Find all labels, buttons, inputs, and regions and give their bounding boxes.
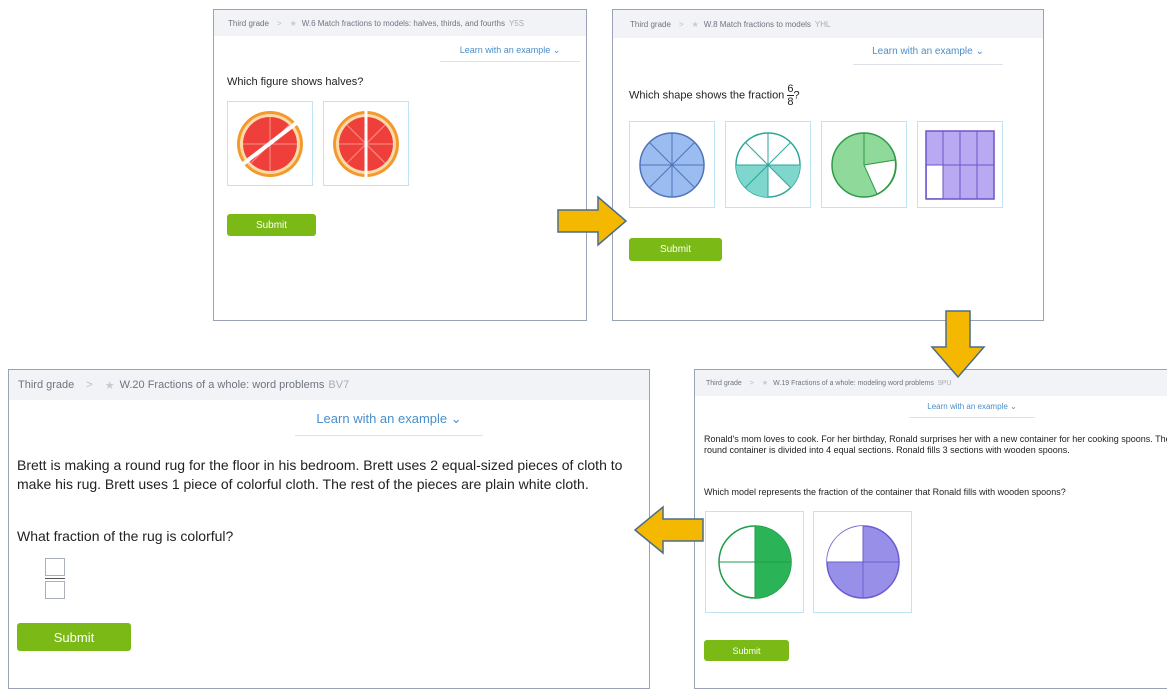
rectangle-eighths-purple <box>925 129 995 200</box>
panel-w6: Third grade > ★ W.6 Match fractions to m… <box>213 9 587 321</box>
grapefruit-unequal-image <box>237 110 303 177</box>
arrow-icon-down <box>930 310 986 379</box>
chevron-down-icon: ⌄ <box>1010 402 1017 411</box>
question-text: What fraction of the rug is colorful? <box>17 528 234 544</box>
breadcrumb-separator: > <box>678 19 684 29</box>
answer-choice-2[interactable] <box>725 121 811 208</box>
star-icon[interactable]: ★ <box>105 379 115 392</box>
learn-with-example-link[interactable]: Learn with an example ⌄ <box>295 406 483 436</box>
question-text: Which model represents the fraction of t… <box>704 487 1066 497</box>
skill-code: 9PU <box>937 379 952 387</box>
skill-code: YHL <box>814 19 831 29</box>
answer-choice-2[interactable] <box>323 101 409 186</box>
problem-text: Ronald's mom loves to cook. For her birt… <box>704 434 1167 455</box>
learn-with-example-link[interactable]: Learn with an example ⌄ <box>853 41 1003 65</box>
circle-eighths-blue <box>639 131 705 198</box>
fraction-input <box>45 558 65 599</box>
panel-w19: Third grade > ★ W.19 Fractions of a whol… <box>694 369 1167 689</box>
grapefruit-halves-image <box>333 110 399 177</box>
skill-title: W.8 Match fractions to models <box>703 19 811 29</box>
breadcrumb: Third grade > ★ W.8 Match fractions to m… <box>613 10 1043 38</box>
learn-with-example-link[interactable]: Learn with an example ⌄ <box>909 398 1035 418</box>
breadcrumb-grade[interactable]: Third grade <box>18 379 74 391</box>
arrow-icon-right <box>557 195 628 247</box>
star-icon[interactable]: ★ <box>692 20 699 29</box>
circle-quarters-green <box>717 525 792 599</box>
circle-eighths-teal <box>735 131 801 198</box>
breadcrumb-separator: > <box>86 379 93 391</box>
panel-w8: Third grade > ★ W.8 Match fractions to m… <box>612 9 1044 321</box>
arrow-icon-left <box>633 505 704 555</box>
learn-label: Learn with an example <box>927 402 1008 411</box>
numerator-input[interactable] <box>45 558 65 576</box>
skill-code: Y5S <box>508 18 525 28</box>
breadcrumb-separator: > <box>749 379 754 387</box>
circle-quarters-purple <box>825 525 900 599</box>
chevron-down-icon: ⌄ <box>552 45 561 55</box>
submit-button[interactable]: Submit <box>227 214 316 236</box>
question-text: Which shape shows the fraction 6 8 ? <box>629 84 800 108</box>
fraction-input-bar <box>45 578 65 579</box>
star-icon[interactable]: ★ <box>762 379 768 387</box>
skill-title: W.6 Match fractions to models: halves, t… <box>301 18 505 28</box>
submit-button[interactable]: Submit <box>17 623 131 651</box>
breadcrumb-grade[interactable]: Third grade <box>228 19 269 28</box>
answer-choice-4[interactable] <box>917 121 1003 208</box>
submit-button[interactable]: Submit <box>704 640 789 661</box>
answer-choice-1[interactable] <box>227 101 313 186</box>
breadcrumb: Third grade > ★ W.6 Match fractions to m… <box>214 10 586 36</box>
answer-choice-3[interactable] <box>821 121 907 208</box>
breadcrumb-grade[interactable]: Third grade <box>630 20 671 29</box>
learn-with-example-link[interactable]: Learn with an example ⌄ <box>440 40 580 62</box>
question-text: Which figure shows halves? <box>227 76 364 88</box>
answer-choice-2[interactable] <box>813 511 912 613</box>
breadcrumb-separator: > <box>276 18 282 28</box>
answer-choice-1[interactable] <box>705 511 804 613</box>
learn-label: Learn with an example <box>316 411 448 426</box>
circle-thirds-green <box>831 131 897 198</box>
question-suffix: ? <box>793 89 800 102</box>
chevron-down-icon: ⌄ <box>975 46 984 57</box>
learn-label: Learn with an example <box>872 46 973 57</box>
chevron-down-icon: ⌄ <box>450 411 462 426</box>
answer-choice-1[interactable] <box>629 121 715 208</box>
submit-button[interactable]: Submit <box>629 238 722 261</box>
skill-title: W.19 Fractions of a whole: modeling word… <box>773 379 934 387</box>
problem-text: Brett is making a round rug for the floo… <box>17 457 623 492</box>
denominator-input[interactable] <box>45 581 65 599</box>
star-icon[interactable]: ★ <box>290 19 297 28</box>
learn-label: Learn with an example <box>459 45 551 55</box>
skill-title: W.20 Fractions of a whole: word problems <box>119 379 325 391</box>
breadcrumb-grade[interactable]: Third grade <box>706 380 742 387</box>
question-prefix: Which shape shows the fraction <box>629 89 785 102</box>
breadcrumb: Third grade > ★ W.20 Fractions of a whol… <box>9 370 649 400</box>
panel-w20: Third grade > ★ W.20 Fractions of a whol… <box>8 369 650 689</box>
skill-code: BV7 <box>328 379 350 391</box>
